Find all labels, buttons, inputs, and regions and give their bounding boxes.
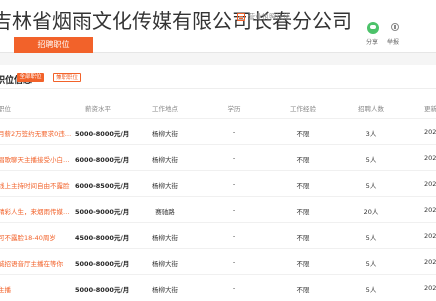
- table-row[interactable]: 精彩人生，来烟雨传媒… 5000-9000元/月 赛驰路 - 不限 20人 2020-: [0, 196, 436, 223]
- job-location: 杨柳大街: [152, 156, 178, 164]
- job-education: -: [232, 206, 236, 214]
- section-divider: [0, 88, 436, 89]
- report-label[interactable]: 举报: [387, 37, 399, 46]
- column-header-location: 工作地点: [152, 105, 178, 113]
- table-row[interactable]: 唱歌聊天主播接受小白… 6000-8000元/月 杨柳大街 - 不限 5人 2020-: [0, 144, 436, 171]
- job-date: 2020-: [424, 258, 436, 266]
- job-salary: 6000-8500元/月: [75, 182, 130, 190]
- job-title[interactable]: 月薪2万签约无要求0违…: [0, 128, 71, 138]
- job-title[interactable]: 线上主持时间自由不露脸: [0, 180, 70, 190]
- column-header-experience: 工作经验: [290, 105, 316, 113]
- table-row[interactable]: 主播 5000-8000元/月 杨柳大街 - 不限 5人 2020-: [0, 274, 436, 301]
- job-experience: 不限: [296, 234, 310, 242]
- job-location: 杨柳大街: [152, 130, 178, 138]
- job-education: -: [232, 284, 236, 292]
- job-count: 5人: [365, 156, 377, 164]
- job-experience: 不限: [296, 130, 310, 138]
- job-education: -: [232, 232, 236, 240]
- job-salary: 6000-8000元/月: [75, 156, 130, 164]
- job-date: 2020-: [424, 154, 436, 162]
- job-salary: 5000-9000元/月: [75, 208, 130, 216]
- license-badge[interactable]: 营业执照认证: [237, 12, 290, 22]
- table-row[interactable]: 诚招语音厅主播在等你 5000-8000元/月 杨柳大街 - 不限 5人 2020-: [0, 248, 436, 275]
- job-location: 杨柳大街: [152, 234, 178, 242]
- job-title[interactable]: 精彩人生，来烟雨传媒…: [0, 206, 70, 216]
- job-location: 赛驰路: [155, 208, 175, 216]
- column-header-education: 学历: [227, 105, 241, 113]
- job-education: -: [232, 180, 236, 188]
- job-count: 3人: [365, 130, 377, 138]
- job-date: 2020-: [424, 180, 436, 188]
- job-count: 5人: [365, 234, 377, 242]
- job-date: 2020-: [424, 206, 436, 214]
- license-icon: [237, 13, 245, 21]
- job-experience: 不限: [296, 286, 310, 294]
- share-icon[interactable]: [367, 22, 379, 34]
- job-title[interactable]: 诚招语音厅主播在等你: [0, 258, 63, 268]
- table-row[interactable]: 月薪2万签约无要求0违… 5000-8000元/月 杨柳大街 - 不限 3人 2020-: [0, 118, 436, 145]
- share-label[interactable]: 分享: [366, 37, 378, 46]
- column-header-salary: 薪资水平: [85, 105, 111, 113]
- job-experience: 不限: [296, 156, 310, 164]
- section-gap: [0, 53, 436, 65]
- company-title: 吉林省烟雨文化传媒有限公司长春分公司: [0, 9, 352, 33]
- job-location: 杨柳大街: [152, 286, 178, 294]
- job-count: 20人: [363, 208, 379, 216]
- job-experience: 不限: [296, 182, 310, 190]
- job-date: 2020-: [424, 284, 436, 292]
- filter-all-jobs[interactable]: 全部职位: [17, 73, 44, 82]
- job-salary: 5000-8000元/月: [75, 260, 130, 268]
- filter-part-time[interactable]: 兼职职位: [53, 73, 81, 82]
- job-experience: 不限: [296, 260, 310, 268]
- job-salary: 5000-8000元/月: [75, 286, 130, 294]
- table-row[interactable]: 可不露脸18-40周岁 4500-8000元/月 杨柳大街 - 不限 5人 2020-: [0, 222, 436, 249]
- job-title[interactable]: 可不露脸18-40周岁: [0, 232, 56, 242]
- column-header-title: 职位: [0, 105, 11, 113]
- job-title[interactable]: 主播: [0, 284, 11, 294]
- job-salary: 5000-8000元/月: [75, 130, 130, 138]
- job-date: 2020-: [424, 128, 436, 136]
- column-header-date: 更新时间: [424, 105, 436, 113]
- table-row[interactable]: 线上主持时间自由不露脸 6000-8500元/月 杨柳大街 - 不限 5人 2020-: [0, 170, 436, 197]
- column-header-count: 招聘人数: [358, 105, 384, 113]
- job-salary: 4500-8000元/月: [75, 234, 130, 242]
- tab-jobs[interactable]: 招聘职位: [14, 37, 93, 53]
- report-icon[interactable]: [389, 22, 401, 34]
- job-education: -: [232, 258, 236, 266]
- job-count: 5人: [365, 286, 377, 294]
- job-location: 杨柳大街: [152, 182, 178, 190]
- job-experience: 不限: [296, 208, 310, 216]
- job-title[interactable]: 唱歌聊天主播接受小白…: [0, 154, 70, 164]
- job-date: 2020-: [424, 232, 436, 240]
- job-location: 杨柳大街: [152, 260, 178, 268]
- job-education: -: [232, 154, 236, 162]
- job-count: 5人: [365, 260, 377, 268]
- license-label: 营业执照认证: [248, 13, 290, 21]
- job-count: 5人: [365, 182, 377, 190]
- job-education: -: [232, 128, 236, 136]
